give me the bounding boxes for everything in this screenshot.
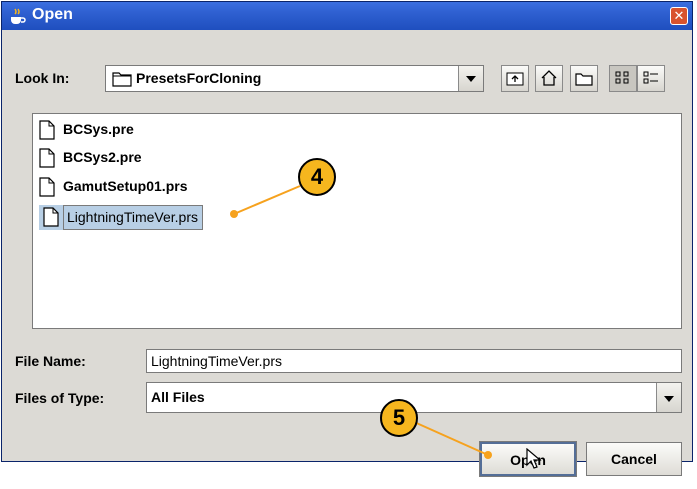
callout-dot — [484, 451, 492, 459]
callout-4: 4 — [298, 158, 336, 196]
callout-5: 5 — [380, 399, 418, 437]
callout-lines — [233, 185, 489, 456]
callout-dot — [230, 210, 238, 218]
mouse-cursor-icon — [526, 448, 542, 469]
